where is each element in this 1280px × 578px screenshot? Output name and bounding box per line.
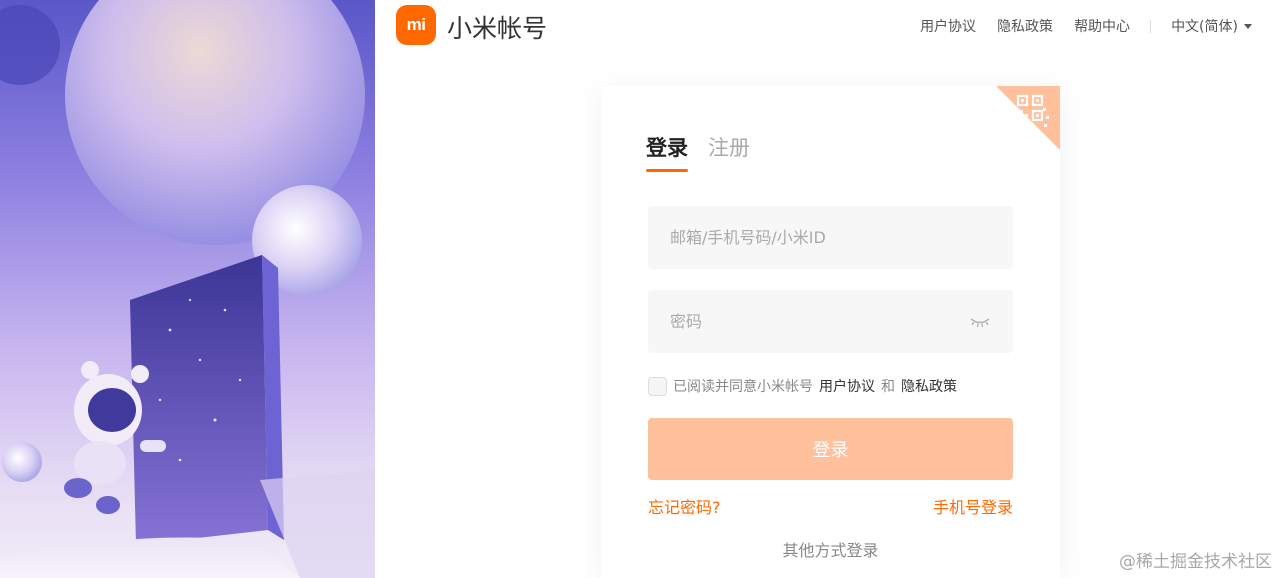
login-button[interactable]: 登录	[648, 418, 1013, 480]
account-input[interactable]	[670, 228, 991, 247]
login-links: 忘记密码? 手机号登录	[648, 494, 1013, 518]
password-field[interactable]	[648, 290, 1013, 353]
header-nav: 用户协议 隐私政策 帮助中心 中文(简体)	[899, 16, 1252, 36]
other-login-methods[interactable]: 其他方式登录	[601, 537, 1060, 561]
tab-register[interactable]: 注册	[708, 132, 750, 162]
agreement-checkbox[interactable]	[648, 376, 667, 396]
login-card: 登录 注册 已阅读并同意小米帐号 用户协议 和 隐私政策 登录 忘记密码? 手机…	[601, 86, 1060, 578]
mi-logo[interactable]: mi	[396, 5, 436, 45]
forgot-password-link[interactable]: 忘记密码?	[648, 494, 721, 518]
agreement-and: 和	[881, 379, 895, 395]
password-input[interactable]	[670, 312, 969, 331]
watermark: @稀土掘金技术社区	[1119, 552, 1272, 572]
eye-closed-icon[interactable]	[969, 315, 991, 329]
language-selector[interactable]: 中文(简体)	[1171, 16, 1252, 36]
top-header: mi 小米帐号 用户协议 隐私政策 帮助中心 中文(简体)	[375, 0, 1280, 50]
agreement-terms-link[interactable]: 用户协议	[819, 376, 875, 396]
nav-help-center[interactable]: 帮助中心	[1074, 16, 1130, 36]
agreement-text: 已阅读并同意小米帐号	[673, 379, 813, 395]
qr-code-icon[interactable]	[996, 86, 1060, 150]
nav-divider	[1150, 19, 1152, 33]
agreement-privacy-link[interactable]: 隐私政策	[901, 376, 957, 396]
tab-login[interactable]: 登录	[646, 132, 688, 172]
brand-title: 小米帐号	[447, 14, 548, 43]
language-label: 中文(简体)	[1171, 19, 1238, 35]
auth-tabs: 登录 注册	[646, 132, 770, 172]
account-field[interactable]	[648, 206, 1013, 269]
hero-illustration	[0, 0, 375, 578]
chevron-down-icon	[1244, 23, 1252, 29]
nav-privacy-policy[interactable]: 隐私政策	[997, 16, 1053, 36]
agreement-row: 已阅读并同意小米帐号 用户协议 和 隐私政策	[648, 376, 963, 396]
phone-login-link[interactable]: 手机号登录	[933, 494, 1013, 518]
space-illustration	[0, 0, 375, 578]
nav-user-agreement[interactable]: 用户协议	[920, 16, 976, 36]
